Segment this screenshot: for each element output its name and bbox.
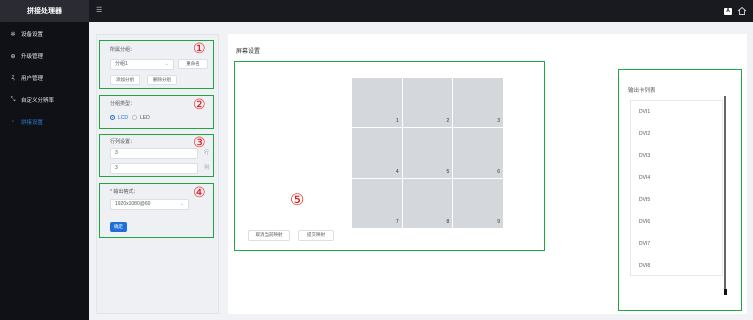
upgrade-icon: ⊕	[10, 53, 16, 60]
output-list-scrollbar[interactable]	[724, 96, 726, 292]
sidebar-item-users[interactable]: ⱬ 用户管理	[0, 67, 89, 89]
screen-settings-panel: 屏幕设置 ⑤ 取消当前映射 提交映射 1 2 3 4 5 6 7 8 9 输出卡…	[228, 34, 747, 314]
menu-toggle-icon[interactable]: ☰	[96, 7, 104, 15]
type-section: 分组类型： LCD LED ②	[99, 95, 214, 129]
screen-cell[interactable]: 8	[402, 178, 453, 228]
screen-cell[interactable]: 2	[402, 78, 453, 128]
marker-5: ⑤	[290, 190, 305, 209]
sidebar-item-label: 设备设置	[21, 32, 44, 38]
output-format-section: * 输出格式： 1920x1080@60 ⌄ 确定 ④	[99, 183, 214, 238]
group-select[interactable]: 分组1 ⌄	[110, 59, 174, 70]
marker-1: ①	[193, 41, 206, 57]
led-label: LED	[140, 115, 150, 121]
list-item[interactable]: DVI6	[631, 211, 722, 233]
cancel-mapping-button[interactable]: 取消当前映射	[248, 230, 290, 241]
home-icon[interactable]	[737, 6, 747, 16]
screen-cell[interactable]: 1	[352, 78, 402, 128]
cell-number: 8	[446, 218, 450, 225]
list-item[interactable]: DVI1	[631, 101, 722, 123]
cell-number: 5	[446, 168, 450, 175]
list-item[interactable]: DVI3	[631, 145, 722, 167]
list-item[interactable]: DVI2	[631, 123, 722, 145]
screen-cell[interactable]: 3	[453, 78, 503, 128]
sidebar-item-label: 拼接设置	[21, 120, 44, 126]
group-label: 所属分组：	[110, 47, 136, 53]
splice-config-panel: 所属分组： 分组1 ⌄ 重命名 添加分组 删除分组 ① 分组类型： LCD LE…	[96, 34, 219, 314]
add-group-button[interactable]: 添加分组	[110, 75, 140, 85]
marker-3: ③	[193, 135, 206, 151]
sidebar-item-upgrade[interactable]: ⊕ 升级管理	[0, 45, 89, 67]
delete-group-button[interactable]: 删除分组	[147, 75, 177, 85]
output-list-title: 输出卡列表	[628, 88, 656, 94]
user-icon: ⱬ	[11, 75, 15, 81]
cell-number: 4	[395, 168, 399, 175]
row-input[interactable]: 3 行	[110, 148, 209, 159]
col-value: 3	[115, 165, 118, 171]
rowcol-label: 行列设置：	[110, 139, 136, 145]
screen-cell[interactable]: 6	[453, 128, 503, 178]
group-select-value: 分组1	[115, 61, 128, 67]
submit-mapping-button[interactable]: 提交映射	[298, 230, 334, 241]
list-item[interactable]: DVI7	[631, 233, 722, 255]
screen-grid: 1 2 3 4 5 6 7 8 9	[352, 78, 503, 228]
type-label: 分组类型：	[110, 101, 136, 107]
cell-number: 7	[395, 218, 399, 225]
col-unit: 列	[203, 165, 209, 171]
lcd-label: LCD	[118, 115, 129, 121]
screen-cell[interactable]: 4	[352, 128, 402, 178]
rowcol-section: 行列设置： 3 行 3 列 ③	[99, 134, 214, 177]
cell-number: 2	[446, 118, 450, 125]
output-card-list: DVI1 DVI2 DVI3 DVI4 DVI5 DVI6 DVI7 DVI8	[630, 100, 723, 276]
resize-icon: ⤡	[10, 96, 16, 103]
app-title: 拼接处理器	[0, 0, 89, 22]
output-format-label: * 输出格式：	[110, 189, 139, 195]
marker-2: ②	[193, 97, 206, 113]
sidebar-item-splice-settings[interactable]: ▫ 拼接设置	[0, 111, 89, 133]
rename-button[interactable]: 重命名	[178, 59, 208, 69]
chevron-down-icon: ⌄	[164, 61, 169, 67]
col-input[interactable]: 3 列	[110, 163, 209, 174]
cell-number: 1	[395, 118, 399, 125]
scrollbar-thumb[interactable]	[724, 289, 727, 295]
cell-number: 9	[497, 218, 500, 225]
marker-4: ④	[193, 185, 206, 201]
list-item[interactable]: DVI5	[631, 189, 722, 211]
screen-cell[interactable]: 7	[352, 178, 402, 228]
sidebar: 拼接处理器 ✲ 设备设置 ⊕ 升级管理 ⱬ 用户管理 ⤡ 自定义分辨率 ▫ 拼接…	[0, 0, 89, 320]
output-format-select[interactable]: 1920x1080@60 ⌄	[110, 199, 189, 210]
page-title: 屏幕设置	[236, 49, 261, 55]
screen-cell[interactable]: 9	[453, 178, 503, 228]
chevron-down-icon: ⌄	[179, 201, 184, 207]
gear-icon: ✲	[10, 31, 16, 38]
row-value: 3	[115, 150, 118, 156]
group-section: 所属分组： 分组1 ⌄ 重命名 添加分组 删除分组 ①	[99, 40, 214, 89]
output-format-value: 1920x1080@60	[115, 201, 151, 207]
screen-cell[interactable]: 5	[402, 128, 453, 178]
list-item[interactable]: DVI8	[631, 255, 722, 277]
user-avatar-icon[interactable]: A	[724, 8, 732, 15]
sidebar-item-label: 升级管理	[21, 54, 44, 60]
confirm-button[interactable]: 确定	[110, 222, 127, 232]
sidebar-item-label: 自定义分辨率	[21, 98, 55, 104]
lcd-radio[interactable]	[110, 115, 115, 120]
sidebar-item-custom-resolution[interactable]: ⤡ 自定义分辨率	[0, 89, 89, 111]
sidebar-item-label: 用户管理	[21, 76, 44, 82]
cell-number: 3	[497, 118, 500, 125]
splice-icon: ▫	[11, 119, 15, 125]
list-item[interactable]: DVI4	[631, 167, 722, 189]
topbar: ☰ A	[89, 0, 753, 22]
led-radio[interactable]	[132, 115, 137, 120]
sidebar-item-device-settings[interactable]: ✲ 设备设置	[0, 23, 89, 45]
cell-number: 6	[497, 168, 500, 175]
